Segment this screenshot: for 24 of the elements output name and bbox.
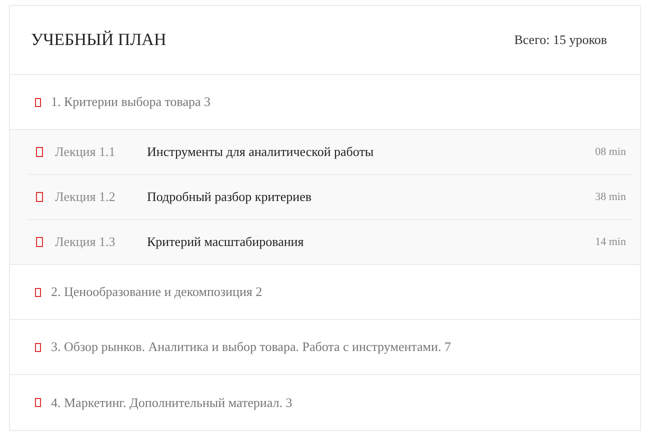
lesson-number: Лекция 1.2 [55,189,116,205]
lesson-total: Всего: 15 уроков [514,32,607,48]
lesson-row[interactable]: Лекция 1.2 Подробный разбор критериев 38 min [28,175,632,220]
lesson-number: Лекция 1.1 [55,144,116,160]
square-icon [36,237,43,247]
square-icon [35,342,41,352]
lesson-duration: 14 min [595,236,626,248]
curriculum-title: УЧЕБНЫЙ ПЛАН [31,30,166,50]
lesson-number: Лекция 1.3 [55,234,116,250]
square-icon [35,288,41,296]
lesson-title: Критерий масштабирования [147,234,305,250]
square-icon [36,147,43,157]
section-header[interactable]: 2. Ценообразование и декомпозиция 2 [10,265,640,320]
section-header[interactable]: 3. Обзор рынков. Аналитика и выбор товара. Работа с инструментами. 7 [10,320,640,375]
square-icon [35,398,41,407]
lesson-duration: 38 min [595,191,626,203]
lesson-row[interactable]: Лекция 1.1 Инструменты для аналитической работы 08 min [28,130,632,175]
square-icon [36,192,43,202]
section-header[interactable]: 4. Маркетинг. Дополнительный материал. 3 [10,375,640,430]
lesson-duration: 08 min [595,146,626,158]
lesson-title: Подробный разбор критериев [147,189,312,205]
lesson-row[interactable]: Лекция 1.3 Критерий масштабирования 14 min [28,220,632,264]
lesson-title: Инструменты для аналитической работы [147,144,375,160]
square-icon [35,98,41,106]
